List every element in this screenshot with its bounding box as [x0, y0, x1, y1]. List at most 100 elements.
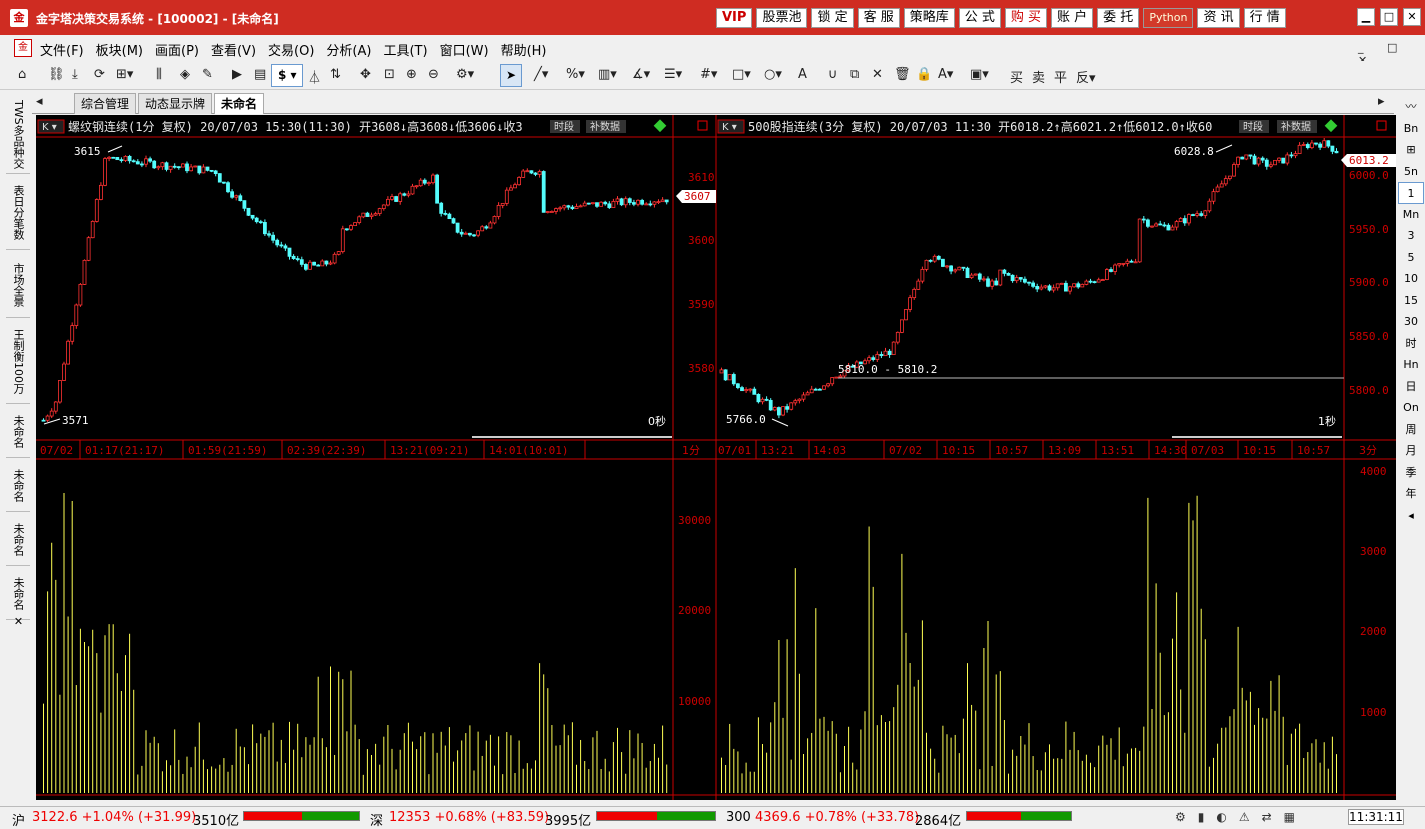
lock-icon[interactable]: 🔒	[916, 67, 932, 82]
c300-index[interactable]: 4369.6 +0.78% (+33.78)	[755, 810, 919, 825]
zoom-out-icon[interactable]: ⊖	[428, 67, 439, 82]
right-fill-data-button[interactable]: 补数据	[1281, 120, 1311, 133]
zoom-in-icon[interactable]: ⊕	[406, 67, 417, 82]
period-5[interactable]: 3	[1398, 225, 1424, 247]
cursor-icon[interactable]: ➤	[500, 64, 522, 87]
fit-icon[interactable]: ⊡	[384, 67, 395, 82]
diamond-icon[interactable]: ◈	[180, 67, 190, 82]
strategy-button[interactable]: 策略库	[903, 8, 955, 28]
filter-icon[interactable]: ⏃	[308, 67, 321, 86]
status-tray-icons[interactable]: ⚙▮◐⚠⇄▦	[1175, 810, 1307, 824]
sort-icon[interactable]: ⇅	[330, 67, 341, 82]
tab-scroll-right-icon[interactable]: ▸	[1378, 94, 1385, 109]
menu-window[interactable]: 窗口(W)	[440, 40, 489, 59]
left-period-button[interactable]: 时段	[554, 120, 574, 133]
buy-tool-icon[interactable]: 买	[1010, 67, 1023, 86]
period-11[interactable]: Hn	[1398, 354, 1424, 376]
tab-scroll-left-icon[interactable]: ◂	[36, 94, 43, 109]
save-icon[interactable]: ▣▾	[970, 67, 989, 82]
period-16[interactable]: 季	[1398, 462, 1424, 484]
period-17[interactable]: 年	[1398, 483, 1424, 505]
period-3[interactable]: 1	[1398, 182, 1424, 204]
left-fill-data-button[interactable]: 补数据	[590, 120, 620, 133]
currency-select[interactable]: $ ▾	[271, 64, 303, 87]
period-9[interactable]: 30	[1398, 311, 1424, 333]
order-button[interactable]: 委 托	[1097, 8, 1140, 28]
left-tab-strategy[interactable]: 王制衡100万	[6, 320, 30, 404]
grid-tool-icon[interactable]: #▾	[700, 67, 717, 82]
period-1[interactable]: ⊞	[1398, 139, 1424, 161]
tab-dynamic-board[interactable]: 动态显示牌	[138, 93, 213, 114]
trash-icon[interactable]: 🗑	[894, 67, 911, 82]
right-maximize-icon[interactable]	[1376, 120, 1387, 131]
refresh-icon[interactable]: ⟳	[94, 67, 105, 82]
period-2[interactable]: 5n	[1398, 161, 1424, 183]
lock-button[interactable]: 锁 定	[811, 8, 854, 28]
period-7[interactable]: 10	[1398, 268, 1424, 290]
line-tool-icon[interactable]: ╱▾	[534, 67, 548, 82]
edit-icon[interactable]: ✎	[202, 67, 213, 82]
tab-unnamed[interactable]: 未命名	[214, 93, 265, 114]
close-position-icon[interactable]: 平	[1054, 67, 1067, 86]
menu-view[interactable]: 查看(V)	[211, 40, 256, 59]
menu-sector[interactable]: 板块(M)	[96, 40, 143, 59]
tab-overview[interactable]: 综合管理	[74, 93, 137, 114]
left-tabs-close-icon[interactable]: ✕	[6, 612, 30, 630]
period-0[interactable]: Bn	[1398, 118, 1424, 140]
period-12[interactable]: 日	[1398, 376, 1424, 398]
download-icon[interactable]: ⤓	[72, 67, 78, 82]
layout-grid-icon[interactable]: ⊞▾	[116, 67, 133, 82]
rect-tool-icon[interactable]: □▾	[732, 67, 751, 82]
vip-button[interactable]: VIP	[716, 8, 753, 28]
left-tab-tick[interactable]: 表日分笔数	[6, 176, 30, 250]
percent-tool-icon[interactable]: %▾	[566, 67, 585, 82]
python-button[interactable]: Python	[1143, 8, 1194, 28]
maximize-icon[interactable]: □	[1380, 8, 1398, 26]
sh-index[interactable]: 3122.6 +1.04% (+31.99)	[32, 810, 196, 825]
circle-tool-icon[interactable]: ○▾	[764, 67, 782, 82]
left-tab-unnamed-1[interactable]: 未命名	[6, 406, 30, 458]
service-button[interactable]: 客 服	[857, 8, 900, 28]
menu-trade[interactable]: 交易(O)	[268, 40, 314, 59]
link-icon[interactable]: ⛓	[48, 67, 65, 82]
reverse-tool-icon[interactable]: 反▾	[1076, 67, 1096, 86]
left-tab-tws[interactable]: TWS多品种交	[6, 96, 30, 174]
news-button[interactable]: 资 讯	[1197, 8, 1240, 28]
period-4[interactable]: Mn	[1398, 204, 1424, 226]
left-tab-unnamed-3[interactable]: 未命名	[6, 514, 30, 566]
period-curve-icon[interactable]: 〰	[1398, 96, 1424, 118]
move-icon[interactable]: ✥	[360, 67, 371, 82]
period-10[interactable]: 时	[1398, 333, 1424, 355]
document-icon[interactable]: ▤	[254, 67, 266, 82]
stock-pool-button[interactable]: 股票池	[756, 8, 808, 28]
account-button[interactable]: 账 户	[1051, 8, 1094, 28]
period-6[interactable]: 5	[1398, 247, 1424, 269]
gear-icon[interactable]: ⚙▾	[456, 67, 474, 82]
delete-icon[interactable]: ✕	[872, 67, 883, 82]
menu-file[interactable]: 文件(F)	[40, 40, 84, 59]
purchase-button[interactable]: 购 买	[1004, 8, 1048, 28]
ruler-tool-icon[interactable]: ▥▾	[598, 67, 617, 82]
menu-analysis[interactable]: 分析(A)	[326, 40, 371, 59]
magnet-icon[interactable]: ∪	[828, 67, 838, 82]
left-tab-market[interactable]: 市场全景	[6, 252, 30, 318]
period-14[interactable]: 周	[1398, 419, 1424, 441]
menu-screen[interactable]: 画面(P)	[155, 40, 199, 59]
menu-help[interactable]: 帮助(H)	[501, 40, 547, 59]
quotes-button[interactable]: 行 情	[1243, 8, 1286, 28]
play-icon[interactable]: ▶	[232, 67, 242, 82]
left-tab-unnamed-2[interactable]: 未命名	[6, 460, 30, 512]
period-18[interactable]: ◂	[1398, 505, 1424, 527]
text-tool-icon[interactable]: A	[798, 67, 807, 82]
menu-tools[interactable]: 工具(T)	[383, 40, 427, 59]
right-period-button[interactable]: 时段	[1243, 120, 1263, 133]
angle-tool-icon[interactable]: ∡▾	[632, 67, 650, 82]
period-15[interactable]: 月	[1398, 440, 1424, 462]
sz-index[interactable]: 12353 +0.68% (+83.59)	[389, 810, 549, 825]
copy-icon[interactable]: ⧉	[850, 67, 859, 82]
candles-icon[interactable]: ⫼	[156, 67, 162, 82]
chart-canvas[interactable]: K ▾ 螺纹钢连续(1分 复权) 20/07/03 15:30(11:30) 开…	[36, 115, 1396, 800]
period-13[interactable]: On	[1398, 397, 1424, 419]
period-8[interactable]: 15	[1398, 290, 1424, 312]
font-color-icon[interactable]: A▾	[938, 67, 953, 82]
